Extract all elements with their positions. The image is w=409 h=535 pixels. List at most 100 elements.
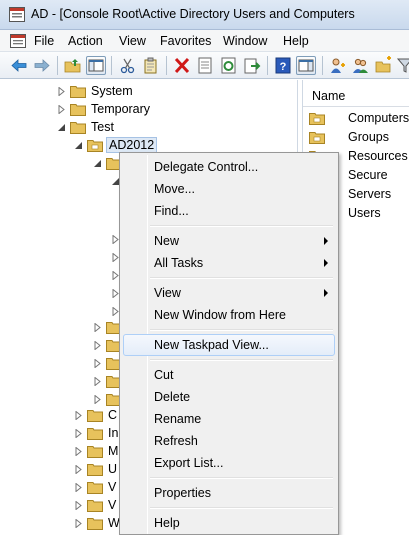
expand-icon[interactable] <box>75 483 83 492</box>
expand-icon[interactable] <box>94 341 102 350</box>
menu-item-delete[interactable]: Delete <box>123 386 335 408</box>
menu-item-all-tasks[interactable]: All Tasks <box>123 252 335 274</box>
expand-icon[interactable] <box>94 323 102 332</box>
menu-item-label: Properties <box>154 486 211 500</box>
ou-icon[interactable] <box>374 56 394 75</box>
expand-icon[interactable] <box>75 501 83 510</box>
list-item-computers[interactable]: Computers <box>309 110 409 128</box>
menu-item-delegate-control[interactable]: Delegate Control... <box>123 156 335 178</box>
list-item-label: Groups <box>348 130 389 144</box>
expand-icon[interactable] <box>75 411 83 420</box>
tree-item-label: U <box>108 462 118 476</box>
menu-separator <box>150 277 333 279</box>
menu-item-new-taskpad-view[interactable]: New Taskpad View... <box>123 334 335 356</box>
folder-icon <box>87 482 103 494</box>
column-header-name[interactable]: Name <box>303 85 409 107</box>
folder-icon <box>87 446 103 458</box>
menu-item-label: Move... <box>154 182 195 196</box>
users-icon[interactable] <box>328 56 348 75</box>
menu-separator <box>150 477 333 479</box>
collapse-icon[interactable] <box>75 141 83 150</box>
menu-action[interactable]: Action <box>68 34 103 48</box>
collapse-icon[interactable] <box>58 123 66 132</box>
collapse-icon[interactable] <box>94 159 102 168</box>
menu-item-refresh[interactable]: Refresh <box>123 430 335 452</box>
expand-icon[interactable] <box>94 359 102 368</box>
folder-icon <box>70 122 86 134</box>
help-icon[interactable]: ? <box>273 56 293 75</box>
menu-item-help[interactable]: Help <box>123 512 335 534</box>
forward-icon[interactable] <box>32 56 52 75</box>
svg-text:?: ? <box>280 61 287 73</box>
system-menu-icon[interactable] <box>10 34 26 48</box>
menu-item-label: Help <box>154 516 180 530</box>
folder-icon <box>87 518 103 530</box>
ou-folder-icon <box>309 132 325 144</box>
list-item-label: Servers <box>348 187 392 201</box>
tree-item-test[interactable]: Test <box>58 119 258 137</box>
menu-item-label: New Window from Here <box>154 308 286 322</box>
filter-icon[interactable] <box>396 56 409 75</box>
menu-item-export-list[interactable]: Export List... <box>123 452 335 474</box>
menu-separator <box>150 359 333 361</box>
expand-icon[interactable] <box>75 447 83 456</box>
expand-icon[interactable] <box>58 105 66 114</box>
tree-item-label: Temporary <box>91 102 151 116</box>
menu-item-label: Cut <box>154 368 174 382</box>
menu-separator <box>150 329 333 331</box>
ou-folder-icon <box>309 113 325 125</box>
tree-item-temporary[interactable]: Temporary <box>58 101 258 119</box>
delete-icon[interactable] <box>172 56 192 75</box>
menu-favorites[interactable]: Favorites <box>160 34 211 48</box>
menu-item-find[interactable]: Find... <box>123 200 335 222</box>
menu-item-label: New <box>154 234 180 248</box>
expand-icon[interactable] <box>75 429 83 438</box>
folder-icon <box>87 500 103 512</box>
column-header-label: Name <box>312 89 346 103</box>
expand-icon[interactable] <box>75 519 83 528</box>
menu-item-rename[interactable]: Rename <box>123 408 335 430</box>
submenu-arrow-icon <box>324 237 328 245</box>
toolbar: ? <box>0 52 409 79</box>
list-item-label: Secure <box>348 168 388 182</box>
menu-item-label: Refresh <box>154 434 198 448</box>
properties-icon[interactable] <box>195 56 215 75</box>
list-item-label: Computers <box>348 111 409 125</box>
expand-icon[interactable] <box>75 465 83 474</box>
tree-item-label: V <box>108 480 117 494</box>
export-icon[interactable] <box>242 56 262 75</box>
menu-help[interactable]: Help <box>283 34 309 48</box>
menu-item-properties[interactable]: Properties <box>123 482 335 504</box>
expand-icon[interactable] <box>58 87 66 96</box>
menu-item-view[interactable]: View <box>123 282 335 304</box>
menu-item-new[interactable]: New <box>123 230 335 252</box>
back-icon[interactable] <box>9 56 29 75</box>
submenu-arrow-icon <box>324 259 328 267</box>
up-folder-icon[interactable] <box>63 56 83 75</box>
folder-icon <box>87 428 103 440</box>
show-action-pane-icon[interactable] <box>296 56 316 75</box>
menu-window[interactable]: Window <box>223 34 267 48</box>
menu-item-label: Delegate Control... <box>154 160 259 174</box>
tree-item-label: AD2012 <box>106 137 158 153</box>
list-item-label: Resources <box>348 149 408 163</box>
menu-view[interactable]: View <box>119 34 146 48</box>
list-item-groups[interactable]: Groups <box>309 129 409 147</box>
menu-item-label: All Tasks <box>154 256 204 270</box>
menu-item-label: Rename <box>154 412 202 426</box>
menu-item-cut[interactable]: Cut <box>123 364 335 386</box>
tree-item-system[interactable]: System <box>58 83 258 101</box>
menu-file[interactable]: File <box>34 34 54 48</box>
menu-item-label: New Taskpad View... <box>154 338 269 352</box>
window-title: AD - [Console Root\Active Directory User… <box>31 7 355 21</box>
expand-icon[interactable] <box>94 377 102 386</box>
groups-icon[interactable] <box>351 56 371 75</box>
menu-item-move[interactable]: Move... <box>123 178 335 200</box>
expand-icon[interactable] <box>94 395 102 404</box>
show-hide-tree-icon[interactable] <box>86 56 106 75</box>
menu-item-new-window-from-here[interactable]: New Window from Here <box>123 304 335 326</box>
copy-icon[interactable] <box>141 56 161 75</box>
cut-icon[interactable] <box>118 56 138 75</box>
folder-icon <box>87 464 103 476</box>
refresh-icon[interactable] <box>219 56 239 75</box>
